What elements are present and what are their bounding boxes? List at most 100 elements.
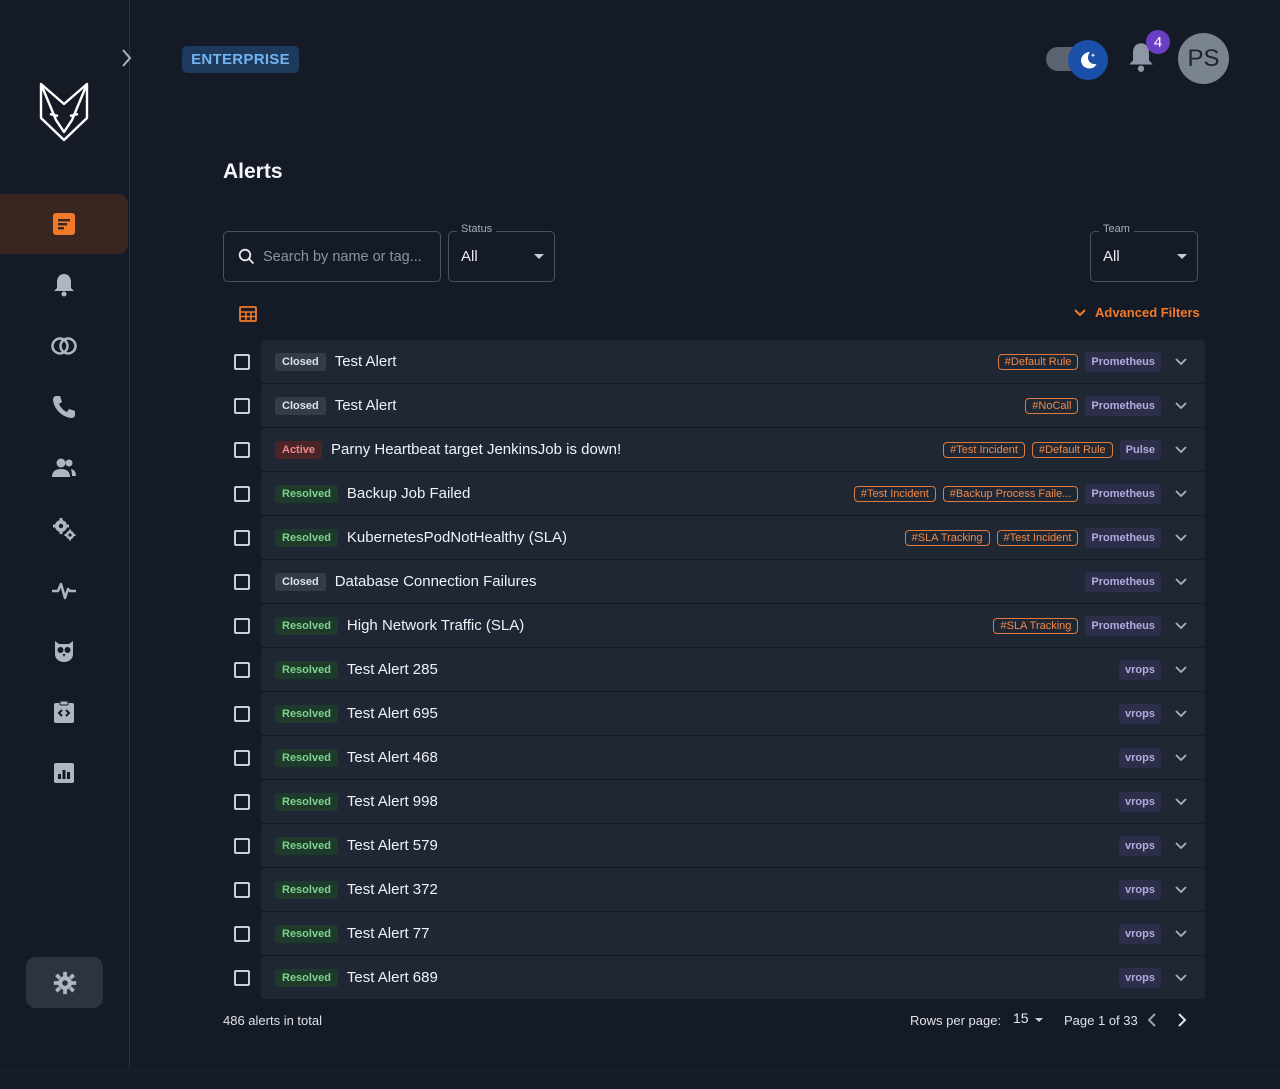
expand-chevron-icon[interactable]: [1173, 882, 1189, 898]
row-checkbox[interactable]: [234, 662, 250, 678]
search-input[interactable]: [263, 248, 433, 265]
nav-alerts[interactable]: [0, 194, 128, 254]
alert-row[interactable]: Resolved High Network Traffic (SLA) #SLA T…: [223, 604, 1205, 648]
expand-chevron-icon[interactable]: [1173, 574, 1189, 590]
tag-chip[interactable]: #SLA Tracking: [993, 617, 1079, 634]
expand-chevron-icon[interactable]: [1173, 530, 1189, 546]
nav-heartbeat[interactable]: [0, 560, 128, 620]
alert-row[interactable]: Resolved Test Alert 77 vrops: [223, 912, 1205, 956]
row-checkbox[interactable]: [234, 398, 250, 414]
tag-chip[interactable]: #SLA Tracking: [904, 529, 990, 546]
nav-automation[interactable]: [0, 499, 128, 559]
chevron-right-icon[interactable]: [118, 46, 136, 70]
expand-chevron-icon[interactable]: [1173, 442, 1189, 458]
expand-chevron-icon[interactable]: [1173, 398, 1189, 414]
alert-card[interactable]: Closed Test Alert #Default Rule Prometheus: [261, 340, 1205, 383]
nav-correlation[interactable]: [0, 316, 128, 376]
alert-row[interactable]: Resolved Test Alert 579 vrops: [223, 824, 1205, 868]
alert-row[interactable]: Resolved Test Alert 695 vrops: [223, 692, 1205, 736]
search-field[interactable]: [223, 231, 441, 282]
alert-card[interactable]: Resolved KubernetesPodNotHealthy (SLA) #SL…: [261, 516, 1205, 559]
tag-chip[interactable]: #Backup Process Faile...: [942, 485, 1079, 502]
alert-card[interactable]: Resolved Test Alert 695 vrops: [261, 692, 1205, 735]
next-page-icon[interactable]: [1174, 1011, 1190, 1029]
row-checkbox[interactable]: [234, 794, 250, 810]
alert-row[interactable]: Resolved KubernetesPodNotHealthy (SLA) #SL…: [223, 516, 1205, 560]
alert-card[interactable]: Active Parny Heartbeat target JenkinsJob …: [261, 428, 1205, 471]
alert-card[interactable]: Resolved High Network Traffic (SLA) #SLA T…: [261, 604, 1205, 647]
nav-teams[interactable]: [0, 438, 128, 498]
alert-row[interactable]: Closed Test Alert #Default Rule Prometheus: [223, 340, 1205, 384]
row-checkbox[interactable]: [234, 838, 250, 854]
alert-card[interactable]: Closed Database Connection Failures Promet…: [261, 560, 1205, 603]
row-checkbox[interactable]: [234, 442, 250, 458]
tag-chip[interactable]: #Default Rule: [997, 353, 1079, 370]
team-select[interactable]: Team All: [1090, 223, 1198, 282]
alert-card[interactable]: Resolved Test Alert 579 vrops: [261, 824, 1205, 867]
tag-chip[interactable]: #NoCall: [1025, 397, 1079, 414]
expand-chevron-icon[interactable]: [1173, 926, 1189, 942]
row-checkbox[interactable]: [234, 970, 250, 986]
advanced-filters-toggle[interactable]: Advanced Filters: [1073, 305, 1200, 320]
alert-name: Test Alert 579: [346, 837, 438, 854]
tag-chip[interactable]: #Test Incident: [943, 441, 1025, 458]
tag-chip[interactable]: #Test Incident: [996, 529, 1079, 546]
alert-row[interactable]: Closed Test Alert #NoCall Prometheus: [223, 384, 1205, 428]
alert-card[interactable]: Resolved Test Alert 468 vrops: [261, 736, 1205, 779]
row-checkbox[interactable]: [234, 354, 250, 370]
tag-chip[interactable]: #Default Rule: [1031, 441, 1113, 458]
bottom-strip: [0, 1068, 1280, 1089]
status-select[interactable]: Status All: [448, 223, 555, 282]
alert-row[interactable]: Active Parny Heartbeat target JenkinsJob …: [223, 428, 1205, 472]
alert-row[interactable]: Resolved Test Alert 468 vrops: [223, 736, 1205, 780]
expand-chevron-icon[interactable]: [1173, 838, 1189, 854]
alert-card[interactable]: Resolved Backup Job Failed #Test Incident #…: [261, 472, 1205, 515]
nav-integrations[interactable]: [0, 682, 128, 742]
expand-chevron-icon[interactable]: [1173, 354, 1189, 370]
nav-notifications[interactable]: [0, 255, 128, 315]
row-checkbox[interactable]: [234, 574, 250, 590]
expand-chevron-icon[interactable]: [1173, 486, 1189, 502]
alert-row[interactable]: Closed Database Connection Failures Promet…: [223, 560, 1205, 604]
expand-chevron-icon[interactable]: [1173, 750, 1189, 766]
alert-row[interactable]: Resolved Test Alert 372 vrops: [223, 868, 1205, 912]
expand-chevron-icon[interactable]: [1173, 794, 1189, 810]
table-view-icon[interactable]: [238, 304, 258, 324]
nav-owl[interactable]: [0, 621, 128, 681]
row-checkbox[interactable]: [234, 750, 250, 766]
tag-chip[interactable]: #Test Incident: [853, 485, 936, 502]
status-badge: Resolved: [275, 792, 338, 811]
alert-card[interactable]: Resolved Test Alert 372 vrops: [261, 868, 1205, 911]
alert-card[interactable]: Resolved Test Alert 285 vrops: [261, 648, 1205, 691]
alert-row[interactable]: Resolved Test Alert 285 vrops: [223, 648, 1205, 692]
expand-chevron-icon[interactable]: [1173, 970, 1189, 986]
settings-button[interactable]: [26, 957, 103, 1008]
row-checkbox[interactable]: [234, 706, 250, 722]
row-checkbox[interactable]: [234, 486, 250, 502]
alert-row[interactable]: Resolved Backup Job Failed #Test Incident #…: [223, 472, 1205, 516]
row-checkbox[interactable]: [234, 618, 250, 634]
avatar[interactable]: PS: [1178, 33, 1229, 84]
alert-card[interactable]: Closed Test Alert #NoCall Prometheus: [261, 384, 1205, 427]
row-checkbox[interactable]: [234, 926, 250, 942]
row-checkbox[interactable]: [234, 530, 250, 546]
pulse-icon: [52, 582, 76, 600]
nav-calls[interactable]: [0, 377, 128, 437]
alert-card[interactable]: Resolved Test Alert 689 vrops: [261, 956, 1205, 999]
alert-card[interactable]: Resolved Test Alert 77 vrops: [261, 912, 1205, 955]
row-checkbox[interactable]: [234, 882, 250, 898]
alert-card[interactable]: Resolved Test Alert 998 vrops: [261, 780, 1205, 823]
notifications-button[interactable]: 4: [1126, 30, 1170, 76]
alert-row[interactable]: Resolved Test Alert 689 vrops: [223, 956, 1205, 1000]
rows-per-page-select[interactable]: 15: [1013, 1010, 1029, 1026]
theme-toggle[interactable]: [1046, 40, 1108, 80]
alert-row[interactable]: Resolved Test Alert 998 vrops: [223, 780, 1205, 824]
expand-chevron-icon[interactable]: [1173, 662, 1189, 678]
previous-page-icon[interactable]: [1144, 1011, 1160, 1029]
expand-chevron-icon[interactable]: [1173, 706, 1189, 722]
alert-tags: #Test Incident #Backup Process Faile... Pr…: [853, 472, 1161, 515]
source-badge: Prometheus: [1085, 527, 1161, 548]
nav-reports[interactable]: [0, 743, 128, 803]
expand-chevron-icon[interactable]: [1173, 618, 1189, 634]
caret-down-icon[interactable]: [1035, 1018, 1043, 1022]
